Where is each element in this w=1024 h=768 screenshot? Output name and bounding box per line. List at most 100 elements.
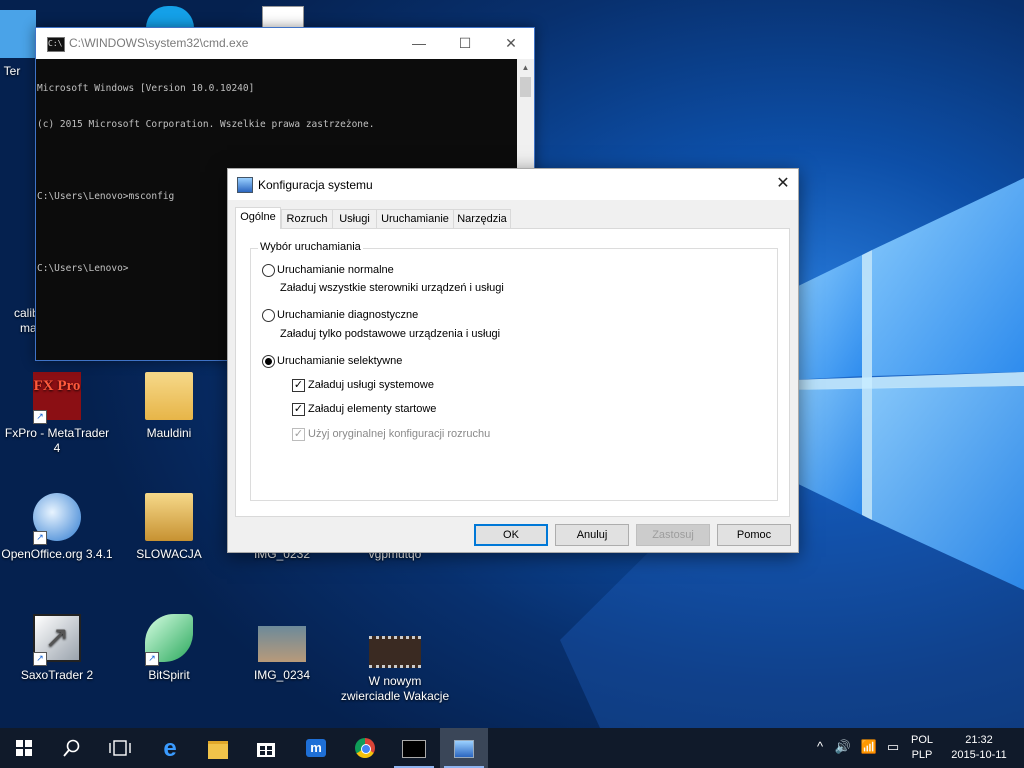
- tab-services[interactable]: Usługi: [332, 209, 377, 228]
- maxthon-icon: m: [306, 739, 326, 757]
- taskbar-msconfig[interactable]: [440, 728, 488, 768]
- taskbar-store[interactable]: [242, 728, 290, 768]
- general-tab-panel: Wybór uruchamiania Uruchamianie normalne…: [235, 228, 790, 517]
- desktop-icon-label: Ter: [3, 64, 21, 78]
- tab-startup[interactable]: Uruchamianie: [376, 209, 454, 228]
- load-system-services-checkbox[interactable]: ✓: [292, 379, 305, 392]
- load-startup-items-label[interactable]: Załaduj elementy startowe: [308, 403, 436, 415]
- taskbar-edge[interactable]: e: [146, 728, 194, 768]
- show-hidden-icons-button[interactable]: ^: [812, 739, 828, 754]
- taskbar-chrome[interactable]: [341, 728, 389, 768]
- image-thumbnail-icon: [258, 626, 306, 662]
- diagnostic-startup-description: Załaduj tylko podstawowe urządzenia i us…: [280, 328, 501, 340]
- file-explorer-icon: [208, 741, 228, 759]
- ok-button[interactable]: OK: [474, 524, 548, 546]
- shortcut-arrow-icon: ↗: [33, 531, 47, 545]
- tab-general[interactable]: Ogólne: [235, 207, 281, 229]
- use-original-boot-label: Użyj oryginalnej konfiguracji rozruchu: [308, 428, 491, 440]
- load-startup-items-checkbox[interactable]: ✓: [292, 403, 305, 416]
- tab-tools[interactable]: Narzędzia: [453, 209, 511, 228]
- video-thumbnail-icon: [369, 636, 421, 668]
- desktop-icon-label: W nowym zwierciadle Wakacje: [340, 674, 450, 703]
- diagnostic-startup-label[interactable]: Uruchamianie diagnostyczne: [277, 309, 418, 321]
- language-code: POL: [910, 734, 933, 746]
- apply-button: Zastosuj: [636, 524, 710, 546]
- keyboard-layout: PLP: [911, 749, 933, 761]
- desktop-icon-label: Mauldini: [146, 426, 192, 440]
- clock[interactable]: 21:32 2015-10-11: [944, 733, 1014, 763]
- volume-icon[interactable]: 🔊: [834, 739, 852, 755]
- normal-startup-label[interactable]: Uruchamianie normalne: [277, 264, 394, 276]
- shortcut-arrow-icon: ↗: [145, 652, 159, 666]
- desktop-icon-mauldini[interactable]: Mauldini: [113, 372, 225, 441]
- shortcut-arrow-icon: ↗: [33, 410, 47, 424]
- selective-startup-radio[interactable]: [262, 355, 275, 368]
- taskbar: e m ^ 🔊 📶 ▭ POL PLP 21:32 2015-10-11: [0, 728, 1024, 768]
- notifications-icon[interactable]: ▭: [884, 739, 902, 755]
- dialog-title: Konfiguracja systemu: [258, 178, 373, 192]
- cancel-button[interactable]: Anuluj: [555, 524, 629, 546]
- clock-date: 2015-10-11: [951, 749, 1007, 761]
- load-system-services-label[interactable]: Załaduj usługi systemowe: [308, 379, 434, 391]
- console-line: (c) 2015 Microsoft Corporation. Wszelkie…: [37, 119, 375, 130]
- cmd-titlebar[interactable]: C:\ C:\WINDOWS\system32\cmd.exe — ☐ ✕: [36, 28, 534, 59]
- group-label: Wybór uruchamiania: [258, 241, 363, 253]
- desktop-icon-label: SLOWACJA: [136, 547, 202, 561]
- system-configuration-dialog[interactable]: Konfiguracja systemu ✕ Ogólne Rozruch Us…: [227, 168, 799, 553]
- app-icon: [0, 10, 36, 58]
- cmd-title: C:\WINDOWS\system32\cmd.exe: [69, 36, 249, 50]
- cmd-icon: C:\: [47, 37, 65, 52]
- maximize-button[interactable]: ☐: [442, 28, 488, 58]
- desktop-icon-fxpro[interactable]: FX Pro ↗ FxPro - MetaTrader 4: [1, 372, 113, 456]
- network-icon[interactable]: 📶: [860, 739, 878, 755]
- desktop-icon-label: OpenOffice.org 3.4.1: [1, 547, 113, 561]
- msconfig-icon: [237, 177, 253, 193]
- desktop-icon-saxo[interactable]: ↗ ↗ SaxoTrader 2: [1, 614, 113, 683]
- clock-time: 21:32: [965, 734, 993, 746]
- startup-selection-group: Wybór uruchamiania Uruchamianie normalne…: [250, 241, 778, 501]
- close-button[interactable]: ✕: [768, 169, 798, 199]
- edge-icon: e: [163, 735, 177, 762]
- taskbar-file-explorer[interactable]: [194, 728, 242, 768]
- desktop-icon-openoffice[interactable]: ↗ OpenOffice.org 3.4.1: [1, 493, 113, 562]
- selective-startup-label[interactable]: Uruchamianie selektywne: [277, 355, 402, 367]
- desktop-icon-bitspirit[interactable]: ↗ BitSpirit: [113, 614, 225, 683]
- desktop-icon-label: SaxoTrader 2: [20, 668, 94, 682]
- start-button[interactable]: [0, 728, 48, 768]
- scroll-thumb[interactable]: [520, 77, 531, 97]
- chrome-icon: [355, 738, 375, 758]
- search-button[interactable]: [48, 728, 96, 768]
- normal-startup-description: Załaduj wszystkie sterowniki urządzeń i …: [280, 282, 504, 294]
- close-button[interactable]: ✕: [488, 28, 534, 58]
- taskbar-maxthon[interactable]: m: [292, 728, 340, 768]
- taskbar-cmd[interactable]: [390, 728, 438, 768]
- desktop-icon-label: FxPro - MetaTrader 4: [4, 426, 110, 455]
- use-original-boot-checkbox: ✓: [292, 428, 305, 441]
- windows-logo-icon: [16, 740, 32, 756]
- console-line: Microsoft Windows [Version 10.0.10240]: [37, 83, 255, 94]
- minimize-button[interactable]: —: [396, 28, 442, 58]
- tab-boot[interactable]: Rozruch: [281, 209, 333, 228]
- task-view-icon: [109, 740, 131, 756]
- diagnostic-startup-radio[interactable]: [262, 309, 275, 322]
- help-button[interactable]: Pomoc: [717, 524, 791, 546]
- shortcut-arrow-icon: ↗: [33, 652, 47, 666]
- desktop-icon-img0234[interactable]: IMG_0234: [226, 614, 338, 683]
- cmd-icon: [402, 740, 426, 758]
- desktop-icon-label: IMG_0234: [253, 668, 311, 682]
- task-view-button[interactable]: [96, 728, 144, 768]
- folder-icon: [145, 372, 193, 420]
- msconfig-icon: [454, 740, 474, 758]
- scroll-up-icon[interactable]: ▲: [517, 59, 534, 76]
- input-language[interactable]: POL PLP: [906, 733, 938, 763]
- desktop-icon-slowacja[interactable]: SLOWACJA: [113, 493, 225, 562]
- folder-icon: [145, 493, 193, 541]
- normal-startup-radio[interactable]: [262, 264, 275, 277]
- store-icon: [257, 743, 275, 757]
- dialog-titlebar[interactable]: Konfiguracja systemu ✕: [228, 169, 798, 200]
- desktop-icon-label: BitSpirit: [148, 668, 190, 682]
- search-icon: [63, 739, 80, 757]
- app-icon: [0, 290, 34, 304]
- desktop-icon-wnowym[interactable]: W nowym zwierciadle Wakacje: [339, 614, 451, 704]
